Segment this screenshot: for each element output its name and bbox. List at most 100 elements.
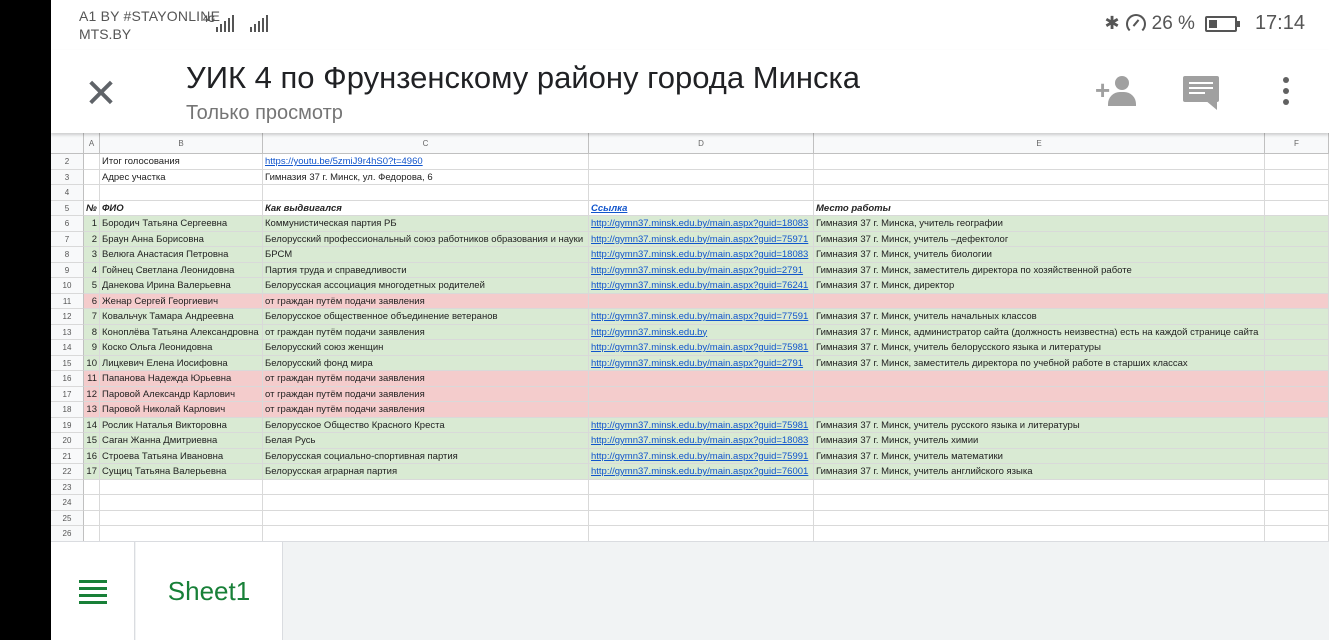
cell-d[interactable]: http://gymn37.minsk.edu.by/main.aspx?gui… [589, 340, 814, 356]
row-number[interactable]: 13 [51, 324, 84, 340]
cell-c[interactable]: Белорусская социально-спортивная партия [263, 448, 589, 464]
cell-e[interactable]: Место работы [814, 200, 1265, 216]
cell-a[interactable]: 7 [84, 309, 100, 325]
hamburger-menu-icon[interactable] [51, 542, 135, 640]
row-number[interactable]: 11 [51, 293, 84, 309]
cell-b[interactable] [100, 479, 263, 495]
row-number[interactable]: 4 [51, 185, 84, 201]
cell-d[interactable]: http://gymn37.minsk.edu.by/main.aspx?gui… [589, 247, 814, 263]
close-icon[interactable]: ✕ [79, 72, 123, 116]
cell-a[interactable]: 6 [84, 293, 100, 309]
row-number[interactable]: 5 [51, 200, 84, 216]
row-number[interactable]: 16 [51, 371, 84, 387]
cell-f[interactable] [1265, 169, 1329, 185]
cell-e[interactable] [814, 371, 1265, 387]
row-number[interactable]: 21 [51, 448, 84, 464]
cell-b[interactable]: Строева Татьяна Ивановна [100, 448, 263, 464]
cell-e[interactable] [814, 510, 1265, 526]
cell-c[interactable]: от граждан путём подачи заявления [263, 402, 589, 418]
cell-e[interactable] [814, 154, 1265, 170]
cell-e[interactable]: Гимназия 37 г. Минск, учитель белорусско… [814, 340, 1265, 356]
cell-c[interactable]: Партия труда и справедливости [263, 262, 589, 278]
cell-a[interactable]: 12 [84, 386, 100, 402]
cell-c[interactable]: от граждан путём подачи заявления [263, 293, 589, 309]
cell-c[interactable] [263, 510, 589, 526]
cell-a[interactable] [84, 510, 100, 526]
cell-e[interactable] [814, 386, 1265, 402]
cell-d[interactable] [589, 185, 814, 201]
column-header-f[interactable]: F [1265, 133, 1329, 154]
cell-f[interactable] [1265, 247, 1329, 263]
cell-a[interactable] [84, 169, 100, 185]
cell-a[interactable] [84, 479, 100, 495]
sheet-tab[interactable]: Sheet1 [136, 542, 283, 640]
cell-f[interactable] [1265, 526, 1329, 541]
cell-a[interactable] [84, 495, 100, 511]
cell-b[interactable]: Коноплёва Татьяна Александровна [100, 324, 263, 340]
cell-e[interactable]: Гимназия 37 г. Минска, учитель географии [814, 216, 1265, 232]
cell-f[interactable] [1265, 262, 1329, 278]
column-header-d[interactable]: D [589, 133, 814, 154]
cell-a[interactable]: 2 [84, 231, 100, 247]
cell-b[interactable]: Гойнец Светлана Леонидовна [100, 262, 263, 278]
cell-b[interactable]: Бородич Татьяна Сергеевна [100, 216, 263, 232]
cell-d[interactable]: Ссылка [589, 200, 814, 216]
row-number[interactable]: 12 [51, 309, 84, 325]
cell-d[interactable]: http://gymn37.minsk.edu.by/main.aspx?gui… [589, 231, 814, 247]
cell-d[interactable]: http://gymn37.minsk.edu.by/main.aspx?gui… [589, 262, 814, 278]
cell-b[interactable]: Сущиц Татьяна Валерьевна [100, 464, 263, 480]
cell-d[interactable] [589, 479, 814, 495]
cell-d[interactable] [589, 169, 814, 185]
cell-e[interactable]: Гимназия 37 г. Минск, заместитель директ… [814, 262, 1265, 278]
cell-b[interactable]: Рослик Наталья Викторовна [100, 417, 263, 433]
cell-f[interactable] [1265, 278, 1329, 294]
cell-e[interactable]: Гимназия 37 г. Минск, учитель русского я… [814, 417, 1265, 433]
row-number[interactable]: 22 [51, 464, 84, 480]
cell-e[interactable]: Гимназия 37 г. Минск, учитель начальных … [814, 309, 1265, 325]
row-number[interactable]: 25 [51, 510, 84, 526]
cell-a[interactable]: 9 [84, 340, 100, 356]
cell-e[interactable] [814, 169, 1265, 185]
cell-c[interactable]: БРСМ [263, 247, 589, 263]
cell-c[interactable]: Белорусская ассоциация многодетных родит… [263, 278, 589, 294]
cell-b[interactable]: Адрес участка [100, 169, 263, 185]
cell-b[interactable]: ФИО [100, 200, 263, 216]
cell-c[interactable]: Белорусский профессиональный союз работн… [263, 231, 589, 247]
cell-e[interactable] [814, 479, 1265, 495]
cell-d[interactable] [589, 526, 814, 541]
cell-f[interactable] [1265, 495, 1329, 511]
cell-e[interactable]: Гимназия 37 г. Минск, учитель английског… [814, 464, 1265, 480]
corner-cell[interactable] [51, 133, 84, 154]
row-number[interactable]: 23 [51, 479, 84, 495]
cell-d[interactable]: http://gymn37.minsk.edu.by/main.aspx?gui… [589, 448, 814, 464]
cell-e[interactable]: Гимназия 37 г. Минск, администратор сайт… [814, 324, 1265, 340]
cell-a[interactable]: 3 [84, 247, 100, 263]
cell-c[interactable]: от граждан путём подачи заявления [263, 386, 589, 402]
cell-b[interactable]: Паровой Николай Карлович [100, 402, 263, 418]
cell-c[interactable]: Белорусский союз женщин [263, 340, 589, 356]
row-number[interactable]: 3 [51, 169, 84, 185]
cell-a[interactable]: 14 [84, 417, 100, 433]
cell-c[interactable]: Белорусское Общество Красного Креста [263, 417, 589, 433]
cell-f[interactable] [1265, 402, 1329, 418]
row-number[interactable]: 24 [51, 495, 84, 511]
cell-f[interactable] [1265, 216, 1329, 232]
row-number[interactable]: 2 [51, 154, 84, 170]
cell-b[interactable]: Коско Ольга Леонидовна [100, 340, 263, 356]
cell-d[interactable]: http://gymn37.minsk.edu.by/main.aspx?gui… [589, 278, 814, 294]
row-number[interactable]: 26 [51, 526, 84, 541]
column-header-a[interactable]: A [84, 133, 100, 154]
cell-b[interactable]: Ковальчук Тамара Андреевна [100, 309, 263, 325]
cell-e[interactable]: Гимназия 37 г. Минск, учитель математики [814, 448, 1265, 464]
cell-f[interactable] [1265, 479, 1329, 495]
cell-a[interactable] [84, 526, 100, 541]
cell-f[interactable] [1265, 371, 1329, 387]
cell-c[interactable]: Белорусское общественное объединение вет… [263, 309, 589, 325]
cell-f[interactable] [1265, 355, 1329, 371]
cell-d[interactable] [589, 495, 814, 511]
cell-c[interactable] [263, 185, 589, 201]
spreadsheet-grid[interactable]: A B C D E F 2 Итог голосования https://youtu.be/… [51, 133, 1329, 541]
cell-b[interactable]: Паровой Александр Карлович [100, 386, 263, 402]
cell-a[interactable]: 4 [84, 262, 100, 278]
row-number[interactable]: 14 [51, 340, 84, 356]
